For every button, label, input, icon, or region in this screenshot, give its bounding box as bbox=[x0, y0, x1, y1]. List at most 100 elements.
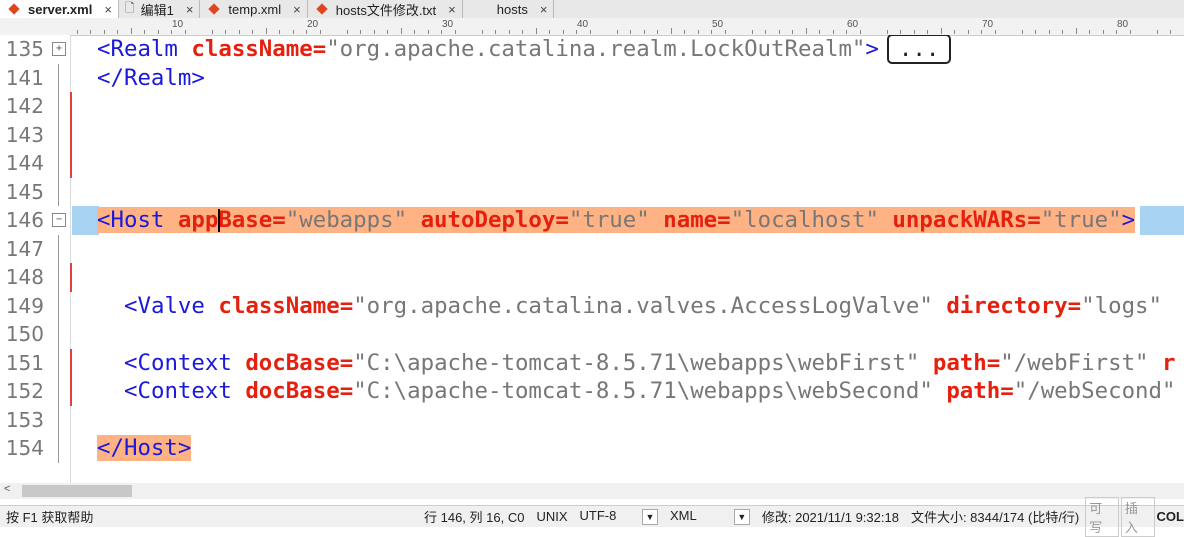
token-attr: autoDeploy bbox=[420, 207, 556, 233]
fold-guide bbox=[58, 291, 59, 320]
encoding-value: UTF-8 bbox=[579, 508, 617, 523]
ruler-tick bbox=[981, 30, 983, 34]
token-val: "C:\apache-tomcat-8.5.71\webapps\webFirs… bbox=[353, 349, 933, 376]
code-text[interactable]: <Realm className="org.apache.catalina.re… bbox=[97, 35, 952, 64]
ruler-tick bbox=[1048, 30, 1050, 34]
xml-diamond-icon bbox=[208, 3, 221, 15]
code-line[interactable]: 135 + <Realm className="org.apache.catalin… bbox=[0, 35, 1184, 64]
code-line[interactable]: 153 bbox=[0, 405, 1184, 434]
horizontal-scrollbar[interactable]: < bbox=[0, 483, 1184, 499]
current-line-marker bbox=[1140, 206, 1184, 235]
code-line[interactable]: 146− <Host appBase="webapps" autoDeploy="… bbox=[0, 206, 1184, 235]
code-line[interactable]: 147 bbox=[0, 234, 1184, 263]
fold-collapse-icon[interactable]: − bbox=[52, 213, 66, 227]
line-number: 153 bbox=[5, 407, 44, 432]
code-text[interactable]: <Context docBase="C:\apache-tomcat-8.5.7… bbox=[124, 349, 1176, 378]
ruler-tick bbox=[940, 28, 942, 34]
code-line[interactable]: 151 <Context docBase="C:\apache-tomcat-8.… bbox=[0, 348, 1184, 378]
tab-编辑1[interactable]: 🗋 编辑1 × bbox=[119, 0, 201, 18]
ruler-number: 30 bbox=[442, 19, 454, 30]
ruler-tick bbox=[306, 30, 308, 34]
code-line[interactable]: 142 bbox=[0, 92, 1184, 121]
fold-guide bbox=[58, 92, 59, 121]
token-tag: </Host> bbox=[97, 435, 192, 461]
code-line[interactable]: 148 bbox=[0, 263, 1184, 292]
tab-temp.xml[interactable]: temp.xml × bbox=[200, 0, 308, 18]
line-number: 143 bbox=[5, 122, 44, 147]
tab-server.xml[interactable]: server.xml × bbox=[0, 0, 119, 18]
insert-mode-indicator[interactable]: 插入 bbox=[1120, 496, 1155, 537]
code-line[interactable]: 141 </Realm> bbox=[0, 63, 1184, 93]
encoding-select[interactable]: UTF-8 ▼ bbox=[574, 508, 664, 525]
token-attr: docBase bbox=[245, 349, 340, 376]
ruler-tick bbox=[441, 30, 443, 34]
language-value: XML bbox=[669, 508, 697, 523]
fold-expand-icon[interactable]: + bbox=[52, 42, 66, 56]
code-editor[interactable]: 135 + <Realm className="org.apache.catalin… bbox=[0, 35, 1184, 483]
line-number: 154 bbox=[5, 436, 44, 460]
ruler-tick bbox=[427, 30, 429, 34]
code-line[interactable]: 154 </Host> bbox=[0, 434, 1184, 463]
token-eq: = bbox=[1027, 207, 1041, 233]
code-text[interactable]: <Host appBase="webapps" autoDeploy="true… bbox=[97, 206, 1136, 235]
code-line[interactable]: 149 <Valve className="org.apache.catalina… bbox=[0, 291, 1184, 321]
column-mode-indicator[interactable]: COL bbox=[1157, 509, 1184, 524]
code-line[interactable]: 145 bbox=[0, 177, 1184, 206]
code-text[interactable]: </Realm> bbox=[97, 64, 205, 93]
line-ending[interactable]: UNIX bbox=[530, 509, 573, 524]
token-eq: = bbox=[555, 207, 569, 233]
code-text[interactable]: </Host> bbox=[97, 434, 192, 463]
tab-hosts文件修改.txt[interactable]: hosts文件修改.txt × bbox=[308, 0, 463, 18]
ruler-tick bbox=[1089, 30, 1091, 34]
code-line[interactable]: 144 bbox=[0, 149, 1184, 178]
ruler: 10 20 30 40 50 60 70 80 bbox=[0, 18, 1184, 36]
ruler-tick bbox=[130, 28, 132, 34]
line-number: 149 bbox=[5, 293, 44, 318]
fold-guide bbox=[58, 377, 59, 406]
dropdown-arrow-icon[interactable]: ▼ bbox=[733, 509, 750, 525]
token-val: "webapps" bbox=[285, 207, 421, 233]
folded-content-button[interactable]: ... bbox=[886, 35, 952, 64]
fold-guide bbox=[58, 348, 59, 377]
ruler-number: 10 bbox=[172, 19, 184, 30]
ruler-tick bbox=[1129, 30, 1131, 34]
tab-label: 编辑1 bbox=[140, 2, 174, 18]
code-line[interactable]: 150 bbox=[0, 320, 1184, 349]
ruler-tick bbox=[171, 30, 173, 34]
ruler-tick bbox=[697, 30, 699, 34]
ruler-tick bbox=[252, 30, 254, 34]
fold-guide bbox=[58, 149, 59, 178]
scroll-left-icon[interactable]: < bbox=[4, 483, 10, 495]
ruler-tick bbox=[1102, 30, 1104, 34]
code-text[interactable]: <Context docBase="C:\apache-tomcat-8.5.7… bbox=[124, 377, 1176, 406]
code-text[interactable]: <Valve className="org.apache.catalina.va… bbox=[124, 292, 1162, 321]
token-group: </Host> bbox=[97, 435, 192, 461]
ruler-tick bbox=[859, 30, 861, 34]
close-icon[interactable]: × bbox=[104, 2, 112, 17]
tab-hosts[interactable]: hosts × bbox=[463, 0, 555, 18]
ruler-tick bbox=[684, 30, 686, 34]
language-select[interactable]: XML ▼ bbox=[664, 508, 756, 525]
code-line[interactable]: 152 <Context docBase="C:\apache-tomcat-8.… bbox=[0, 377, 1184, 406]
scrollbar-thumb[interactable] bbox=[22, 485, 132, 497]
line-number: 147 bbox=[5, 236, 44, 261]
token-eq: = bbox=[339, 349, 354, 376]
token-attr: name bbox=[663, 207, 718, 233]
change-marker bbox=[70, 348, 72, 377]
line-number: 141 bbox=[5, 65, 44, 90]
token-attr: path bbox=[932, 349, 987, 376]
close-icon[interactable]: × bbox=[293, 2, 301, 17]
writable-indicator[interactable]: 可写 bbox=[1085, 496, 1119, 537]
code-line[interactable]: 143 bbox=[0, 120, 1184, 149]
close-icon[interactable]: × bbox=[540, 2, 548, 17]
token-attr: docBase bbox=[245, 378, 340, 404]
ruler-tick bbox=[562, 30, 564, 34]
close-icon[interactable]: × bbox=[448, 2, 456, 17]
token-val: "localhost" bbox=[730, 207, 893, 233]
close-icon[interactable]: × bbox=[186, 2, 194, 17]
dropdown-arrow-icon[interactable]: ▼ bbox=[641, 509, 658, 525]
token-val: "/webFirst" bbox=[1000, 349, 1163, 376]
token-tag: <Context bbox=[124, 378, 246, 404]
file-size: 文件大小: 8344/174 (比特/行) bbox=[910, 510, 1080, 525]
ruler-tick bbox=[778, 30, 780, 34]
